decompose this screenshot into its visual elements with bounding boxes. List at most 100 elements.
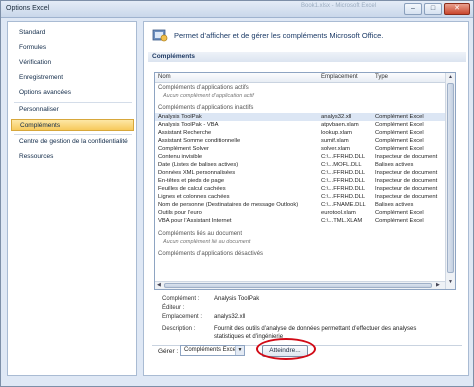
cell-name: VBA pour l’Assistant Internet <box>158 218 232 224</box>
cell-type: Complément Excel <box>375 138 424 144</box>
cell-location: analys32.xll <box>321 114 352 120</box>
cell-name: Données XML personnalisées <box>158 170 236 176</box>
cell-location: C:\...FFRHD.DLL <box>321 154 366 160</box>
detail-addin-label: Complément : <box>162 296 200 302</box>
title-bar[interactable]: Options Excel Book1.xlsx - Microsoft Exc… <box>1 1 473 18</box>
group-active-addins: Compléments d’applications actifs <box>158 85 249 91</box>
table-row[interactable]: Lignes et colonnes cachées C:\...FFRHD.D… <box>155 193 445 201</box>
background-window-title: Book1.xlsx - Microsoft Excel <box>301 3 377 9</box>
detail-location-value: analys32.xll <box>214 314 246 320</box>
cell-type: Complément Excel <box>375 130 424 136</box>
addins-gear-icon <box>152 29 168 42</box>
maximize-button[interactable]: □ <box>424 3 442 15</box>
cell-location: sumif.xlam <box>321 138 349 144</box>
cell-name: Complément Solver <box>158 146 209 152</box>
table-row[interactable]: Analysis ToolPak - VBA atpvbaen.xlam Com… <box>155 121 445 129</box>
cell-type: Inspecteur de document <box>375 178 438 184</box>
cell-type: Complément Excel <box>375 218 424 224</box>
table-row[interactable]: VBA pour l’Assistant Internet C:\...TML.… <box>155 217 445 225</box>
group-document-empty: Aucun complément lié au document <box>163 239 251 245</box>
table-row[interactable]: Feuilles de calcul cachées C:\...FFRHD.D… <box>155 185 445 193</box>
scroll-down-icon[interactable]: ▼ <box>447 279 454 287</box>
table-row[interactable]: Analysis ToolPak analys32.xll Complément… <box>155 113 445 121</box>
scroll-up-icon[interactable]: ▲ <box>447 74 454 82</box>
manage-selected-value: Compléments Excel <box>184 347 238 353</box>
group-document-addins: Compléments liés au document <box>158 231 243 237</box>
cell-location: C:\...MOFL.DLL <box>321 162 362 168</box>
group-disabled-addins: Compléments d’applications désactivés <box>158 251 264 257</box>
table-row[interactable]: Assistant Somme conditionnelle sumif.xla… <box>155 137 445 145</box>
options-nav: Standard Formules Vérification Enregistr… <box>7 21 137 376</box>
list-horizontal-scrollbar[interactable]: ◀ ▶ <box>155 281 445 289</box>
cell-location: C:\...FNAME.DLL <box>321 202 366 208</box>
detail-addin-value: Analysis ToolPak <box>214 296 260 302</box>
cell-name: Analysis ToolPak - VBA <box>158 122 219 128</box>
cell-name: Nom de personne (Destinataires de messag… <box>158 202 299 208</box>
table-row[interactable]: Assistant Recherche lookup.xlam Compléme… <box>155 129 445 137</box>
cell-type: Inspecteur de document <box>375 154 438 160</box>
cell-type: Inspecteur de document <box>375 194 438 200</box>
addins-list[interactable]: Nom Emplacement Type Compléments d’appli… <box>154 72 456 290</box>
table-row[interactable]: Contenu invisible C:\...FFRHD.DLL Inspec… <box>155 153 445 161</box>
manage-dropdown[interactable]: Compléments Excel ▼ <box>180 345 245 356</box>
cell-location: C:\...FFRHD.DLL <box>321 186 366 192</box>
cell-name: Outils pour l’euro <box>158 210 202 216</box>
list-vertical-scrollbar[interactable]: ▲ ▼ <box>445 73 455 289</box>
table-row[interactable]: Complément Solver solver.xlam Complément… <box>155 145 445 153</box>
column-header-type[interactable]: Type <box>375 74 388 80</box>
table-row[interactable]: Nom de personne (Destinataires de messag… <box>155 201 445 209</box>
nav-item-complements[interactable]: Compléments <box>11 119 134 131</box>
red-highlight-annotation <box>256 338 316 360</box>
column-header-nom[interactable]: Nom <box>158 74 171 80</box>
scroll-thumb[interactable] <box>447 83 454 273</box>
table-row[interactable]: Données XML personnalisées C:\...FFRHD.D… <box>155 169 445 177</box>
nav-item-ressources[interactable]: Ressources <box>11 151 134 163</box>
chevron-down-icon[interactable]: ▼ <box>235 346 244 355</box>
cell-type: Inspecteur de document <box>375 170 438 176</box>
nav-item-verification[interactable]: Vérification <box>11 57 134 69</box>
cell-type: Balises actives <box>375 202 414 208</box>
detail-description-label: Description : <box>162 326 196 332</box>
nav-separator <box>14 134 132 135</box>
group-active-empty: Aucun complément d’application actif <box>163 93 254 99</box>
options-dialog: Options Excel Book1.xlsx - Microsoft Exc… <box>0 0 474 387</box>
nav-separator <box>14 102 132 103</box>
detail-description-line1: Fournit des outils d’analyse de données … <box>214 326 417 332</box>
scroll-left-icon[interactable]: ◀ <box>157 282 161 288</box>
cell-name: Analysis ToolPak <box>158 114 202 120</box>
cell-name: Contenu invisible <box>158 154 203 160</box>
nav-item-personnaliser[interactable]: Personnaliser <box>11 104 134 116</box>
addins-panel: Permet d’afficher et de gérer les complé… <box>143 21 469 376</box>
table-row[interactable]: En-têtes et pieds de page C:\...FFRHD.DL… <box>155 177 445 185</box>
minimize-button[interactable]: – <box>404 3 422 15</box>
manage-label: Gérer : <box>158 348 179 355</box>
cell-location: lookup.xlam <box>321 130 352 136</box>
table-row[interactable]: Date (Listes de balises actives) C:\...M… <box>155 161 445 169</box>
cell-type: Balises actives <box>375 162 414 168</box>
cell-type: Complément Excel <box>375 114 424 120</box>
column-header-emplacement[interactable]: Emplacement <box>321 74 358 80</box>
nav-item-enregistrement[interactable]: Enregistrement <box>11 72 134 84</box>
cell-type: Inspecteur de document <box>375 186 438 192</box>
nav-item-options-avancees[interactable]: Options avancées <box>11 87 134 99</box>
nav-item-confidentialite[interactable]: Centre de gestion de la confidentialité <box>11 136 134 148</box>
nav-item-standard[interactable]: Standard <box>11 27 134 39</box>
table-row[interactable]: Outils pour l’euro eurotool.xlam Complém… <box>155 209 445 217</box>
hscroll-thumb[interactable] <box>164 283 432 288</box>
cell-name: Date (Listes de balises actives) <box>158 162 239 168</box>
scroll-right-icon[interactable]: ▶ <box>436 282 440 288</box>
detail-editor-label: Éditeur : <box>162 305 185 311</box>
cell-location: C:\...FFRHD.DLL <box>321 170 366 176</box>
section-title: Compléments <box>152 53 195 60</box>
close-button[interactable]: ✕ <box>444 3 470 15</box>
nav-item-formules[interactable]: Formules <box>11 42 134 54</box>
cell-name: Assistant Recherche <box>158 130 212 136</box>
cell-type: Complément Excel <box>375 210 424 216</box>
cell-name: Lignes et colonnes cachées <box>158 194 230 200</box>
list-column-headers: Nom Emplacement Type <box>155 73 445 83</box>
cell-type: Complément Excel <box>375 122 424 128</box>
cell-name: En-têtes et pieds de page <box>158 178 225 184</box>
cell-location: eurotool.xlam <box>321 210 356 216</box>
detail-location-label: Emplacement : <box>162 314 203 320</box>
cell-name: Assistant Somme conditionnelle <box>158 138 241 144</box>
